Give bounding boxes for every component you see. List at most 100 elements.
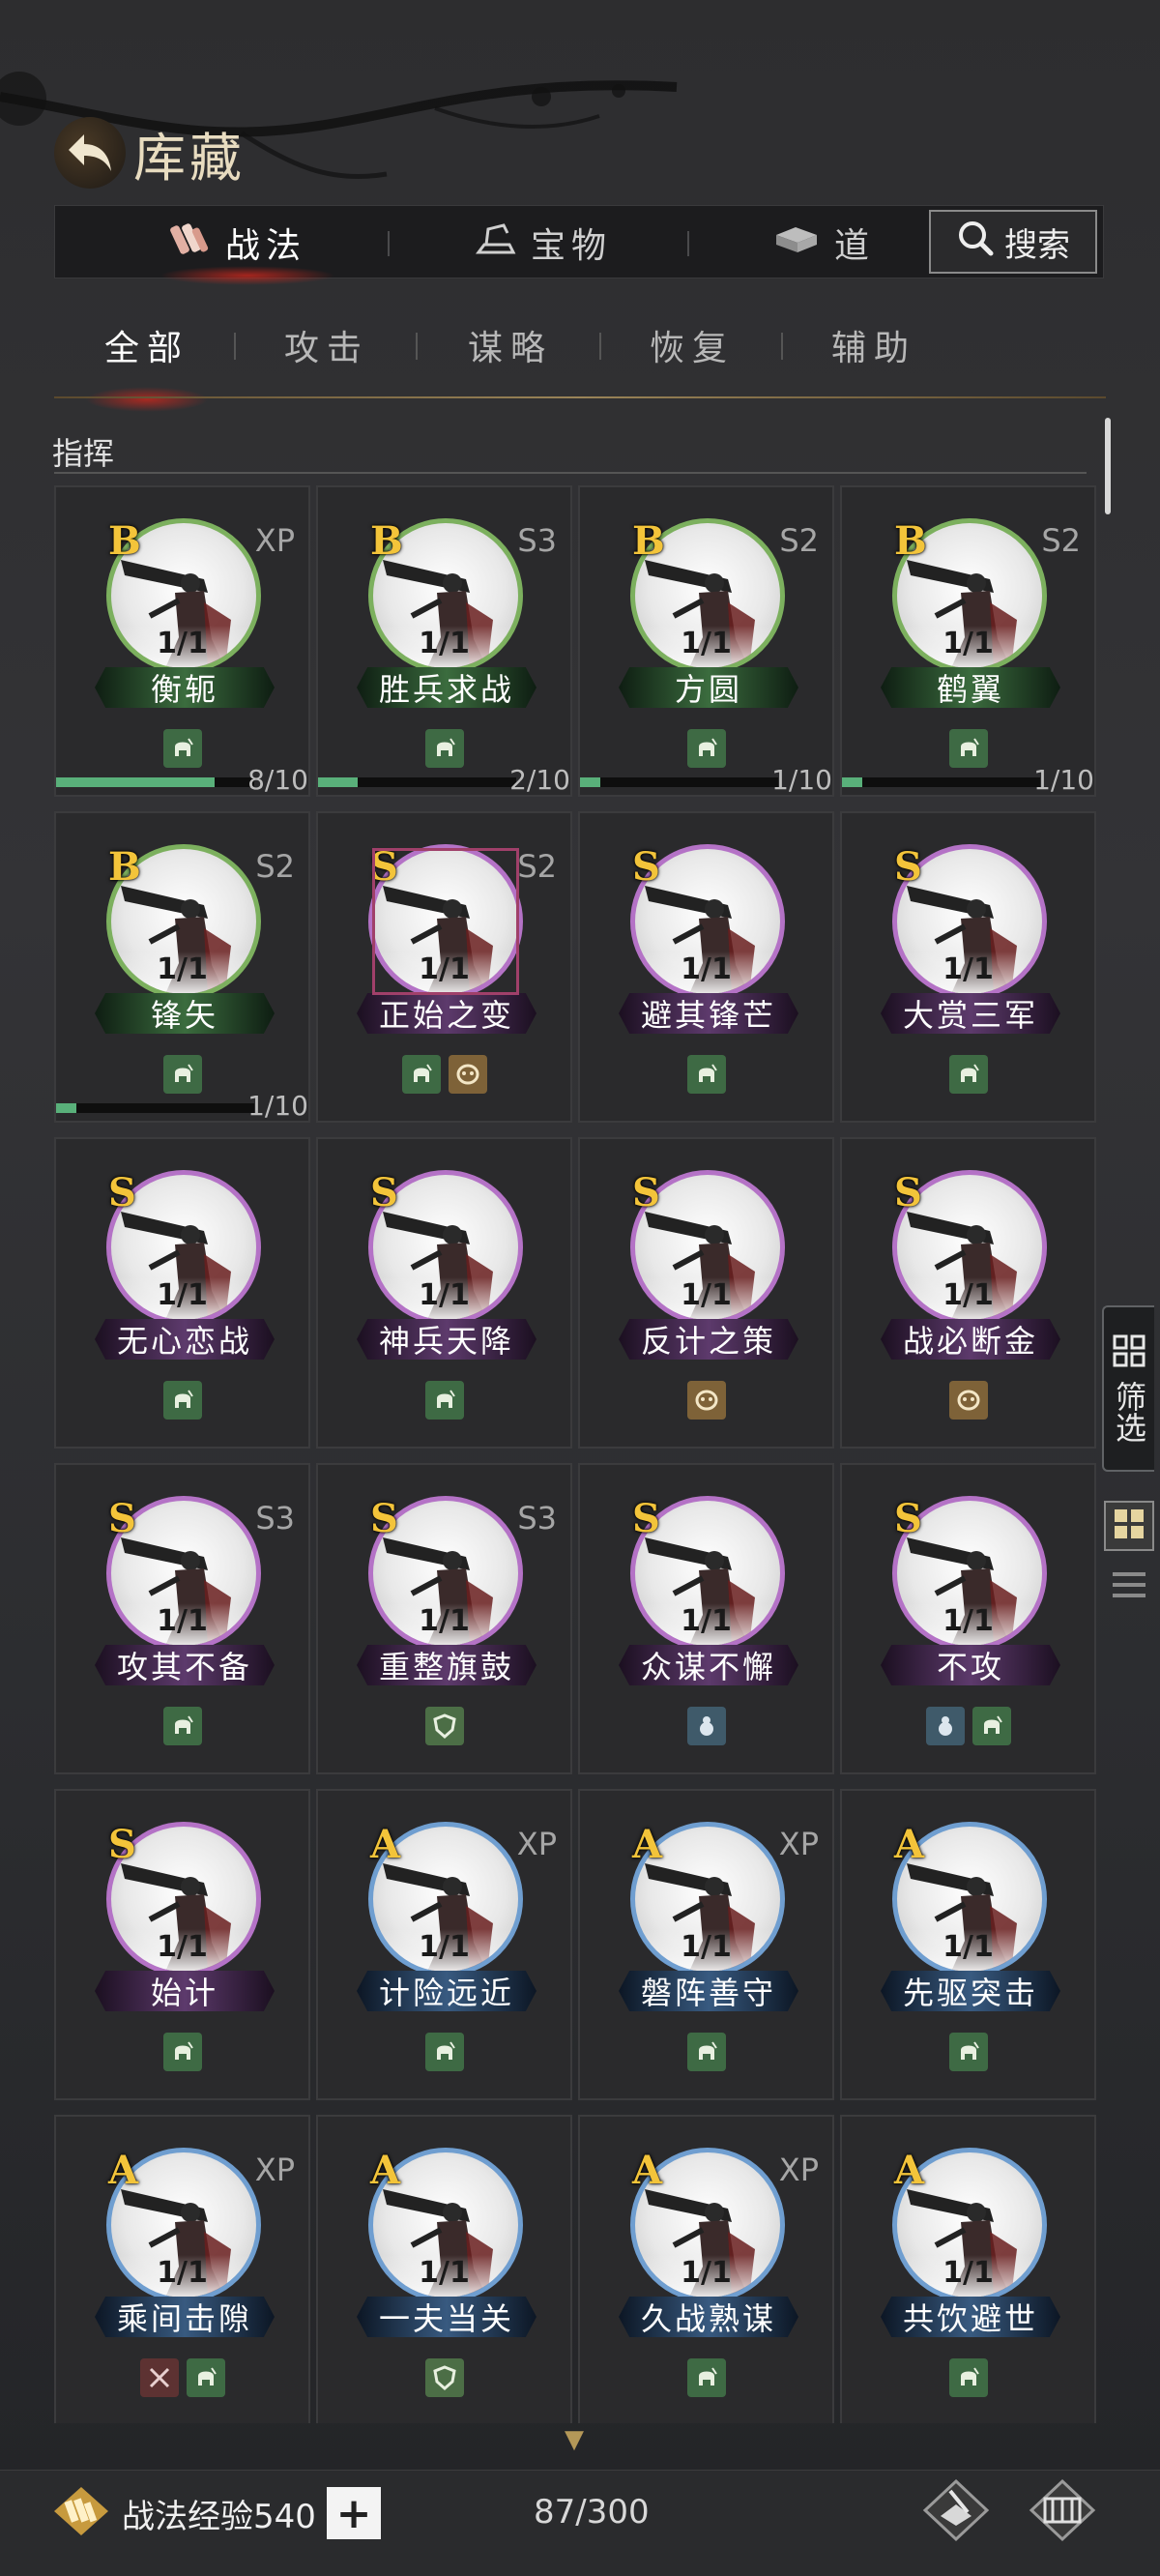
subtab-all[interactable]: 全部 <box>84 311 210 412</box>
shield-icon <box>424 2358 464 2397</box>
subtab-attack[interactable]: 攻击 <box>284 311 369 379</box>
tactic-card[interactable]: B S2 1/1 方圆 1/10 <box>578 485 834 797</box>
level-label: 1/1 <box>419 1604 470 1638</box>
filter-side-button[interactable]: 筛选 <box>1102 1305 1154 1472</box>
xp-progress-bar <box>318 777 516 787</box>
tag-label: S2 <box>779 522 819 559</box>
grade-badge: S <box>894 1170 922 1215</box>
level-label: 1/1 <box>157 2256 208 2290</box>
tactic-name: 锋矢 <box>95 993 275 1034</box>
tactic-card[interactable]: B XP 1/1 衡轭 8/10 <box>54 485 310 797</box>
tactic-card[interactable]: S 1/1 不攻 <box>840 1463 1096 1774</box>
back-arrow-icon[interactable] <box>54 117 126 189</box>
tactic-card[interactable]: S 1/1 大赏三军 <box>840 811 1096 1123</box>
tab-divider <box>687 231 689 256</box>
xp-progress-bar <box>56 777 254 787</box>
level-label: 1/1 <box>942 2256 994 2290</box>
subtab-divider <box>599 333 601 360</box>
tactic-card[interactable]: A XP 1/1 计险远近 <box>316 1789 572 2100</box>
tactic-card[interactable]: S 1/1 无心恋战 <box>54 1137 310 1449</box>
grade-badge: A <box>632 2148 663 2193</box>
tag-label: S2 <box>255 848 295 885</box>
scroll-storage-button[interactable] <box>1025 2477 1100 2547</box>
grade-badge: S <box>370 844 398 890</box>
tactic-card[interactable]: S S3 1/1 重整旗鼓 <box>316 1463 572 1774</box>
tab-dao[interactable]: 道 <box>772 206 875 279</box>
tactic-card[interactable]: S S2 1/1 正始之变 <box>316 811 572 1123</box>
tactic-name: 方圆 <box>619 667 798 708</box>
tactic-name: 先驱突击 <box>881 1971 1060 2011</box>
tactic-name: 避其锋芒 <box>619 993 798 1034</box>
helmet-icon <box>424 729 464 768</box>
tactic-name: 攻其不备 <box>95 1645 275 1685</box>
grid-view-toggle[interactable] <box>1104 1501 1154 1551</box>
level-label: 1/1 <box>681 1604 732 1638</box>
tab-baowu[interactable]: 宝物 <box>475 206 612 279</box>
item-icon <box>772 221 821 265</box>
add-xp-button[interactable]: + <box>327 2487 381 2539</box>
subtab-strategy[interactable]: 谋略 <box>468 311 553 379</box>
tag-label: XP <box>516 1826 557 1862</box>
helmet-icon <box>162 1707 202 1745</box>
helmet-icon <box>686 729 726 768</box>
grade-badge: A <box>894 2148 925 2193</box>
tactic-card[interactable]: S 1/1 反计之策 <box>578 1137 834 1449</box>
grade-badge: S <box>370 1170 398 1215</box>
tag-label: XP <box>778 1826 819 1862</box>
search-icon <box>956 219 995 266</box>
xp-scroll-icon <box>50 2485 112 2541</box>
tactic-card[interactable]: A XP 1/1 久战熟谋 <box>578 2115 834 2423</box>
tactic-card[interactable]: B S3 1/1 胜兵求战 2/10 <box>316 485 572 797</box>
troop-type-icons <box>318 2033 570 2071</box>
tactic-name: 一夫当关 <box>357 2297 536 2337</box>
tab-label: 宝物 <box>531 226 613 266</box>
xp-progress-bar <box>56 1103 254 1113</box>
subtab-recovery[interactable]: 恢复 <box>650 311 735 379</box>
tactic-card[interactable]: S S3 1/1 攻其不备 <box>54 1463 310 1774</box>
tactic-card[interactable]: S 1/1 战必断金 <box>840 1137 1096 1449</box>
tactic-card[interactable]: S 1/1 避其锋芒 <box>578 811 834 1123</box>
helmet-icon <box>162 729 202 768</box>
book-quill-icon <box>921 2477 991 2547</box>
helmet-icon <box>162 1381 202 1420</box>
tactic-card[interactable]: A 1/1 一夫当关 <box>316 2115 572 2423</box>
tactic-card[interactable]: S 1/1 神兵天降 <box>316 1137 572 1449</box>
list-view-toggle[interactable] <box>1104 1563 1154 1611</box>
tag-label: S2 <box>1041 522 1081 559</box>
tactic-card[interactable]: B S2 1/1 鹤翼 1/10 <box>840 485 1096 797</box>
tab-zhanfa[interactable]: 战法 <box>159 206 336 285</box>
grade-badge: S <box>370 1496 398 1541</box>
helmet-icon <box>948 1055 988 1094</box>
tactic-name: 大赏三军 <box>881 993 1060 1034</box>
xp-progress-text: 1/10 <box>247 1090 308 1122</box>
tactic-card[interactable]: A XP 1/1 乘间击隙 <box>54 2115 310 2423</box>
search-button[interactable]: 搜索 <box>929 210 1097 274</box>
level-label: 1/1 <box>681 2256 732 2290</box>
subtab-support[interactable]: 辅助 <box>831 311 916 379</box>
tactic-card[interactable]: A 1/1 先驱突击 <box>840 1789 1096 2100</box>
tactic-card[interactable]: A 1/1 共饮避世 <box>840 2115 1096 2423</box>
tactic-card[interactable]: B S2 1/1 锋矢 1/10 <box>54 811 310 1123</box>
tab-divider <box>388 231 390 256</box>
troop-type-icons <box>56 1707 308 1745</box>
grade-badge: B <box>894 518 927 564</box>
tactic-name: 正始之变 <box>357 993 536 1034</box>
helmet-icon <box>186 2358 225 2397</box>
scroll-rack-icon <box>1028 2477 1097 2547</box>
troop-type-icons <box>580 1707 832 1745</box>
level-label: 1/1 <box>157 952 208 986</box>
grade-badge: B <box>108 844 141 890</box>
troop-type-icons <box>318 2358 570 2397</box>
tab-label: 道 <box>834 226 876 266</box>
scrollbar[interactable] <box>1105 418 1111 514</box>
tactic-card[interactable]: A XP 1/1 磐阵善守 <box>578 1789 834 2100</box>
troop-type-icons <box>842 1707 1094 1745</box>
tactic-card[interactable]: S 1/1 众谋不懈 <box>578 1463 834 1774</box>
level-label: 1/1 <box>419 1278 470 1312</box>
tactic-card[interactable]: S 1/1 始计 <box>54 1789 310 2100</box>
learn-tactic-button[interactable] <box>918 2477 994 2547</box>
troop-type-icons <box>842 1381 1094 1420</box>
level-label: 1/1 <box>681 627 732 660</box>
helmet-icon <box>424 2033 464 2071</box>
troop-type-icons <box>56 2033 308 2071</box>
